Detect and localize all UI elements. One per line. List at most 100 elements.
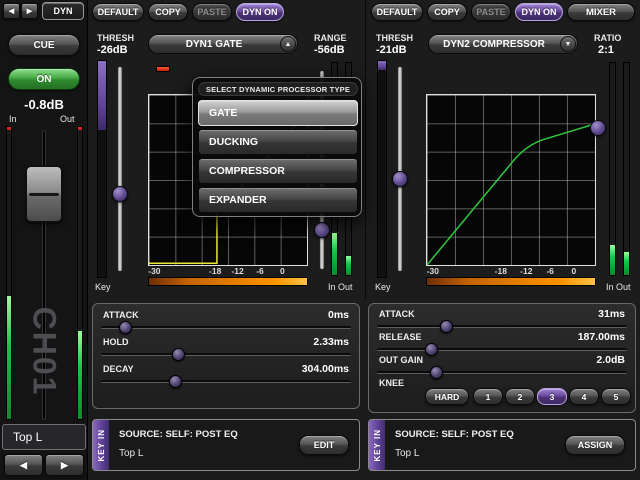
dyn1-gr-fill <box>98 61 106 130</box>
dyn2-keyin-assign-button[interactable]: ASSIGN <box>565 435 625 455</box>
channel-name-box[interactable]: Top L <box>2 424 86 450</box>
dyn1-default-button[interactable]: DEFAULT <box>92 3 144 21</box>
channel-next-button[interactable]: ▶ <box>45 454 84 476</box>
menu-option-gate[interactable]: GATE <box>198 100 358 126</box>
slider-thumb[interactable] <box>430 366 443 379</box>
dyn2-on-label: DYN ON <box>521 7 556 17</box>
slider-track[interactable] <box>101 353 351 356</box>
meter-peak-segment <box>78 127 82 130</box>
slider-track[interactable] <box>101 326 351 329</box>
dyn1-copy-button[interactable]: COPY <box>148 3 188 21</box>
channel-watermark: CH01 <box>26 282 63 422</box>
dyn2-outgain-marker[interactable] <box>588 66 608 272</box>
dyn2-threshold-thumb[interactable] <box>392 171 408 187</box>
channel-in-meter <box>6 126 12 420</box>
fader-gain-readout: -0.8dB <box>0 97 88 112</box>
dyn2-ratio-label: RATIO <box>594 33 621 43</box>
channel-fader-cap[interactable] <box>26 166 62 222</box>
assign-label: ASSIGN <box>578 440 613 450</box>
slider-thumb[interactable] <box>425 343 438 356</box>
dyn1-keyin-edit-button[interactable]: EDIT <box>299 435 349 455</box>
channel-on-label: ON <box>37 74 52 85</box>
knee-option-label: 3 <box>550 392 555 402</box>
down-arrow-icon[interactable]: ▼ <box>560 36 576 52</box>
knee-1-button[interactable]: 1 <box>473 388 503 405</box>
dyn1-attack-slider[interactable] <box>101 321 351 334</box>
dyn2-keyin-panel: KEY IN SOURCE: SELF: POST EQ Top L ASSIG… <box>368 419 636 471</box>
knee-5-button[interactable]: 5 <box>601 388 631 405</box>
menu-option-label: EXPANDER <box>209 194 267 206</box>
dyn1-decay-value: 304.00ms <box>302 363 349 375</box>
dyn-view-button[interactable]: DYN <box>42 2 84 20</box>
up-arrow-icon[interactable]: ▲ <box>280 36 296 52</box>
knee-2-button[interactable]: 2 <box>505 388 535 405</box>
dyn2-release-value: 187.00ms <box>578 331 625 343</box>
dyn1-type-selector[interactable]: DYN1 GATE ▲ <box>148 34 298 54</box>
mixer-button[interactable]: MIXER <box>567 3 635 21</box>
dyn1-threshold-track[interactable] <box>117 66 123 272</box>
dyn2-db-scale: -30 -18 -12 -6 0 <box>426 266 596 276</box>
dyn2-keyin-channel: Top L <box>395 448 419 459</box>
left-arrow-icon: ◀ <box>20 460 27 471</box>
tick-label: -18 <box>495 266 507 276</box>
dyn2-outgain-slider[interactable] <box>377 366 627 379</box>
menu-option-label: COMPRESSOR <box>209 165 285 177</box>
menu-option-ducking[interactable]: DUCKING <box>198 129 358 155</box>
slider-track[interactable] <box>101 380 351 383</box>
dyn1-range-thumb[interactable] <box>314 222 330 238</box>
dyn1-thresh-label: THRESH <box>97 33 134 43</box>
slider-track[interactable] <box>377 348 627 351</box>
nav-next-button[interactable]: ▶ <box>21 3 38 19</box>
dyn1-threshold-slider[interactable] <box>110 66 130 272</box>
menu-option-compressor[interactable]: COMPRESSOR <box>198 158 358 184</box>
keyin-tab-label: KEY IN <box>97 429 106 462</box>
dyn2-transfer-graph <box>426 94 596 266</box>
knee-hard-button[interactable]: HARD <box>425 388 469 405</box>
dyn2-default-button[interactable]: DEFAULT <box>371 3 423 21</box>
up-arrow-glyph: ▲ <box>285 41 292 48</box>
dyn2-outgain-thumb[interactable] <box>590 120 606 136</box>
dyn2-release-label: RELEASE <box>379 332 422 342</box>
slider-thumb[interactable] <box>440 320 453 333</box>
menu-option-expander[interactable]: EXPANDER <box>198 187 358 213</box>
dyn1-db-scale: -30 -18 -12 -6 0 <box>148 266 308 276</box>
dyn1-keyin-panel: KEY IN SOURCE: SELF: POST EQ Top L EDIT <box>92 419 360 471</box>
channel-prev-button[interactable]: ◀ <box>4 454 43 476</box>
slider-thumb[interactable] <box>172 348 185 361</box>
nav-prev-button[interactable]: ◀ <box>3 3 20 19</box>
dyn2-paste-label: PASTE <box>476 7 505 17</box>
edit-label: EDIT <box>314 440 335 450</box>
dyn1-decay-slider[interactable] <box>101 375 351 388</box>
dyn2-on-button[interactable]: DYN ON <box>515 3 563 21</box>
knee-3-button[interactable]: 3 <box>537 388 567 405</box>
slider-thumb[interactable] <box>119 321 132 334</box>
cue-button[interactable]: CUE <box>8 34 80 56</box>
meter-level-fill <box>332 233 337 275</box>
dyn2-knee-label: KNEE <box>379 378 404 388</box>
menu-option-label: DUCKING <box>209 136 258 148</box>
channel-on-button[interactable]: ON <box>8 68 80 90</box>
dyn1-on-button[interactable]: DYN ON <box>236 3 284 21</box>
dyn-view-label: DYN <box>53 6 72 16</box>
keyin-tab-label: KEY IN <box>373 429 382 462</box>
dyn2-threshold-track[interactable] <box>397 66 403 272</box>
dyn2-paste-button[interactable]: PASTE <box>471 3 511 21</box>
dyn2-attack-label: ATTACK <box>379 309 415 319</box>
meter-level-fill <box>624 252 629 275</box>
slider-track[interactable] <box>377 325 627 328</box>
dyn1-paste-button[interactable]: PASTE <box>192 3 232 21</box>
dyn2-default-label: DEFAULT <box>377 7 418 17</box>
dyn1-hold-slider[interactable] <box>101 348 351 361</box>
tick-label: 0 <box>572 266 577 276</box>
slider-track[interactable] <box>377 371 627 374</box>
dyn2-type-selector[interactable]: DYN2 COMPRESSOR ▼ <box>428 34 578 54</box>
dyn1-keyin-channel: Top L <box>119 448 143 459</box>
knee-4-button[interactable]: 4 <box>569 388 599 405</box>
dyn2-copy-button[interactable]: COPY <box>427 3 467 21</box>
dyn1-threshold-thumb[interactable] <box>112 186 128 202</box>
knee-option-label: 4 <box>582 392 587 402</box>
dyn2-threshold-slider[interactable] <box>390 66 410 272</box>
dyn2-keyin-meter <box>426 277 596 286</box>
slider-thumb[interactable] <box>169 375 182 388</box>
dyn1-on-label: DYN ON <box>242 7 277 17</box>
